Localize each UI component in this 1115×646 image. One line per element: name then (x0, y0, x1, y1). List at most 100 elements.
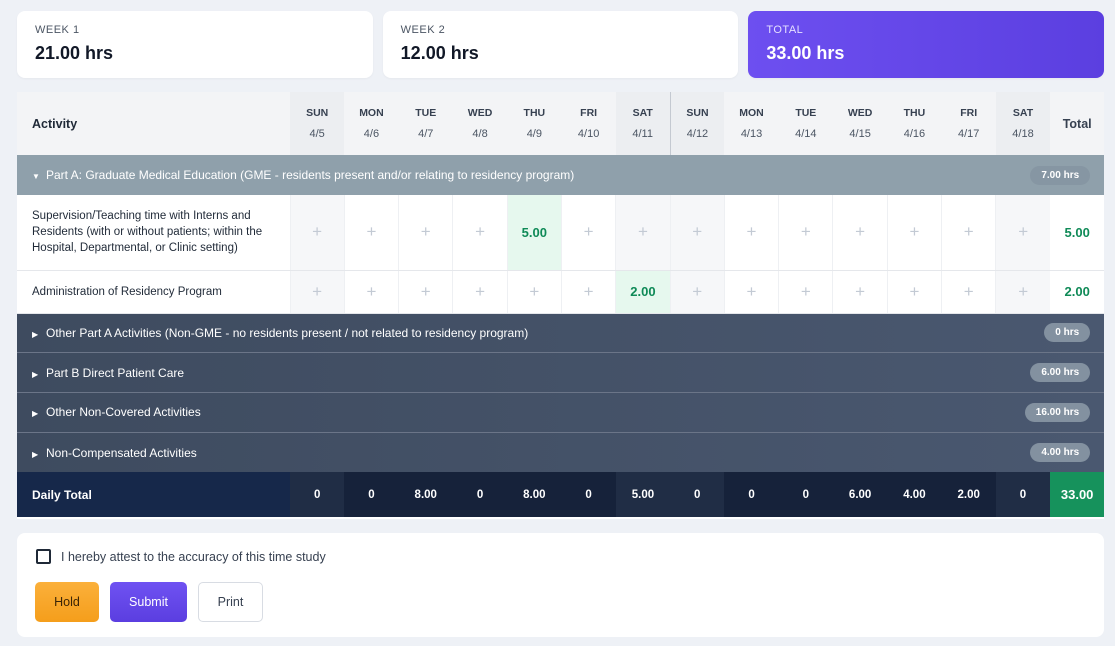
attest-row[interactable]: I hereby attest to the accuracy of this … (36, 549, 326, 564)
section-header[interactable]: ▶ Part B Direct Patient Care 6.00 hrs (17, 352, 1104, 393)
section-row[interactable]: ▶ Other Part A Activities (Non-GME - no r… (17, 312, 1104, 353)
add-hours-cell[interactable]: + (669, 270, 725, 314)
section-title: Other Part A Activities (Non-GME - no re… (46, 325, 529, 340)
add-hours-cell[interactable]: + (941, 195, 996, 271)
day-date: 4/14 (795, 128, 817, 140)
hold-button[interactable]: Hold (35, 582, 99, 622)
section-title: Part B Direct Patient Care (46, 365, 185, 380)
section-title-group: ▼ Part A: Graduate Medical Education (GME… (32, 168, 574, 182)
daily-total-cell: 8.00 (507, 472, 562, 518)
add-hours-cell[interactable]: + (452, 195, 508, 271)
section-hours-badge: 16.00 hrs (1024, 402, 1091, 422)
daily-total-cell: 0 (561, 472, 616, 518)
caret-right-icon[interactable]: ▶ (32, 370, 46, 379)
section-title-group: ▶ Part B Direct Patient Care (32, 366, 184, 380)
submit-button[interactable]: Submit (110, 582, 187, 622)
day-header-6: SAT 4/11 (615, 92, 671, 155)
add-hours-cell[interactable]: + (778, 195, 833, 271)
add-hours-cell[interactable]: + (886, 195, 942, 271)
daily-total-row: Daily Total 0 0 8.00 0 8.00 0 5.00 0 0 0 6.00 4.00 2.… (17, 472, 1104, 518)
section-row[interactable]: ▶ Non-Compensated Activities 4.00 hrs (17, 431, 1104, 473)
add-hours-cell[interactable]: + (832, 270, 888, 314)
table-header-row: Activity SUN 4/5 MON 4/6 TUE 4/7 WED 4/8 THU 4/9 F… (17, 92, 1104, 155)
section-header[interactable]: ▼ Part A: Graduate Medical Education (GME… (17, 155, 1104, 195)
add-hours-cell[interactable]: + (343, 195, 399, 271)
grand-total-cell: 33.00 (1050, 472, 1104, 518)
section-header[interactable]: ▶ Other Non-Covered Activities 16.00 hrs (17, 392, 1104, 433)
add-hours-cell[interactable]: + (560, 195, 616, 271)
section-hours-badge: 7.00 hrs (1030, 165, 1091, 185)
add-hours-cell[interactable]: + (941, 270, 996, 314)
day-header-10: WED 4/15 (832, 92, 888, 155)
add-hours-cell[interactable]: + (289, 270, 345, 314)
add-hours-cell[interactable]: + (452, 270, 508, 314)
day-header-12: FRI 4/17 (941, 92, 996, 155)
daily-total-cell: 0 (290, 472, 345, 518)
section-title-group: ▶ Other Non-Covered Activities (32, 405, 201, 419)
day-header-4: THU 4/9 (507, 92, 562, 155)
day-date: 4/7 (418, 128, 434, 140)
day-date: 4/18 (1012, 128, 1034, 140)
day-header-9: TUE 4/14 (778, 92, 833, 155)
hours-cell[interactable]: 5.00 (506, 195, 562, 271)
section-header-content: ▼ Part A: Graduate Medical Education (GME… (32, 165, 1104, 185)
add-hours-cell[interactable]: + (723, 195, 779, 271)
daily-total-cell: 0 (670, 472, 725, 518)
total-column-header: Total (1050, 92, 1104, 155)
attest-checkbox[interactable] (36, 549, 51, 564)
day-date: 4/13 (740, 128, 763, 140)
plus-icon: + (909, 222, 920, 242)
add-hours-cell[interactable]: + (398, 195, 453, 271)
plus-icon: + (855, 281, 866, 301)
plus-icon: + (475, 281, 485, 301)
section-header[interactable]: ▶ Non-Compensated Activities 4.00 hrs (17, 431, 1104, 473)
plus-icon: + (855, 222, 866, 242)
add-hours-cell[interactable]: + (832, 195, 888, 271)
add-hours-cell[interactable]: + (778, 270, 833, 314)
section-row[interactable]: ▶ Other Non-Covered Activities 16.00 hrs (17, 392, 1104, 433)
week1-card: WEEK 1 21.00 hrs (17, 11, 373, 78)
day-date: 4/11 (632, 128, 653, 140)
week2-value: 12.00 hrs (400, 43, 479, 63)
section-header-content: ▶ Non-Compensated Activities 4.00 hrs (32, 443, 1104, 463)
add-hours-cell[interactable]: + (995, 195, 1051, 271)
activity-row: Supervision/Teaching time with Interns a… (17, 195, 1104, 271)
section-row[interactable]: ▶ Part B Direct Patient Care 6.00 hrs (17, 352, 1104, 393)
add-hours-cell[interactable]: + (343, 270, 399, 314)
add-hours-cell[interactable]: + (506, 270, 562, 314)
add-hours-cell[interactable]: + (560, 270, 616, 314)
add-hours-cell[interactable]: + (886, 270, 942, 314)
add-hours-cell[interactable]: + (398, 270, 453, 314)
add-hours-cell[interactable]: + (615, 195, 671, 271)
caret-right-icon[interactable]: ▶ (32, 330, 46, 339)
section-header[interactable]: ▶ Other Part A Activities (Non-GME - no r… (17, 312, 1104, 353)
caret-down-icon[interactable]: ▼ (32, 172, 46, 181)
activity-name: Administration of Residency Program (17, 270, 290, 314)
plus-icon: + (692, 222, 703, 242)
daily-total-cell: 0 (724, 472, 779, 518)
plus-icon: + (800, 222, 811, 242)
plus-icon: + (637, 222, 648, 242)
day-name: THU (523, 107, 546, 119)
hours-cell[interactable]: 2.00 (615, 270, 671, 314)
day-name: THU (903, 107, 926, 119)
time-study-table: Activity SUN 4/5 MON 4/6 TUE 4/7 WED 4/8 THU 4/9 F… (17, 92, 1104, 518)
add-hours-cell[interactable]: + (995, 270, 1051, 314)
section-row[interactable]: ▼ Part A: Graduate Medical Education (GME… (17, 155, 1104, 195)
caret-right-icon[interactable]: ▶ (32, 409, 46, 418)
section-hours-badge: 6.00 hrs (1030, 363, 1091, 383)
print-button[interactable]: Print (198, 582, 263, 622)
day-name: FRI (580, 107, 598, 119)
section-header-content: ▶ Other Non-Covered Activities 16.00 hrs (32, 402, 1104, 422)
day-date: 4/15 (849, 128, 871, 140)
total-label: TOTAL (766, 24, 804, 36)
add-hours-cell[interactable]: + (669, 195, 725, 271)
attest-label: I hereby attest to the accuracy of this … (61, 549, 326, 564)
activity-name: Supervision/Teaching time with Interns a… (17, 195, 290, 271)
add-hours-cell[interactable]: + (723, 270, 779, 314)
week1-value: 21.00 hrs (35, 43, 114, 63)
plus-icon: + (1018, 281, 1029, 301)
caret-right-icon[interactable]: ▶ (32, 450, 46, 459)
day-date: 4/10 (577, 128, 600, 140)
add-hours-cell[interactable]: + (289, 195, 345, 271)
